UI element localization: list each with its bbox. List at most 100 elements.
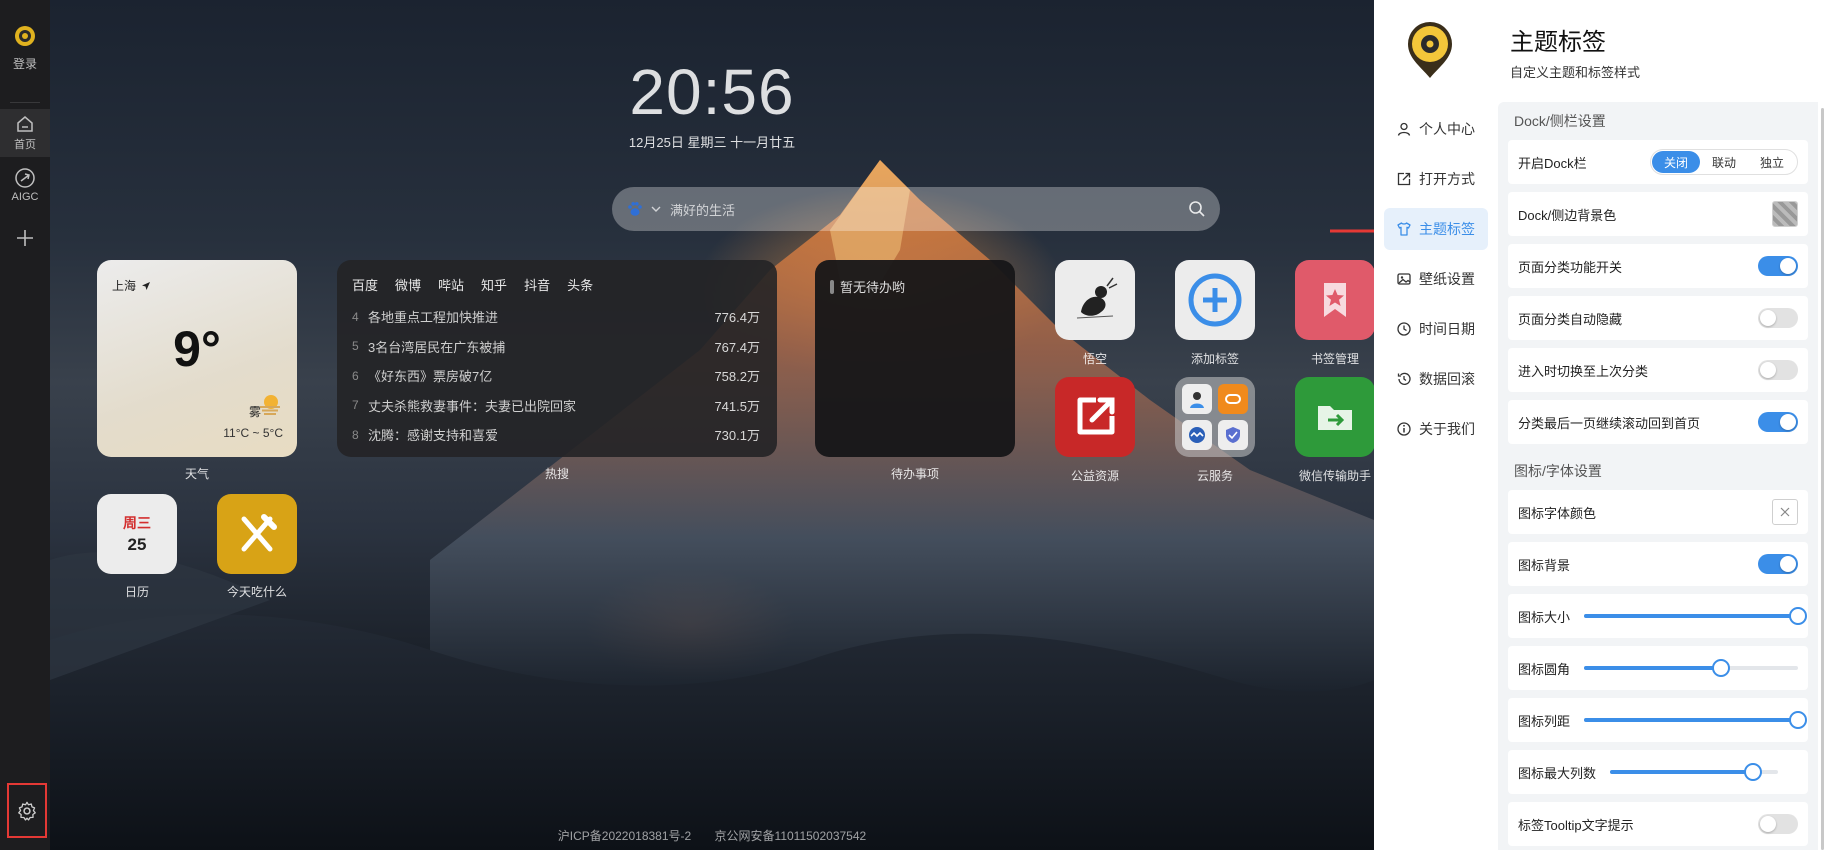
- app-public-resources[interactable]: [1055, 377, 1135, 457]
- app-add-bookmark[interactable]: [1175, 260, 1255, 340]
- row-label: 分类最后一页继续滚动回到首页: [1518, 415, 1701, 431]
- dock-mode-linked[interactable]: 联动: [1700, 151, 1748, 173]
- clock: 20:56: [629, 56, 795, 128]
- hot-search-row[interactable]: 4 各地重点工程加快推进 776.4万: [352, 302, 760, 332]
- tab-baidu[interactable]: 百度: [352, 275, 378, 294]
- icon-size-slider[interactable]: [1584, 606, 1807, 626]
- hot-search-row[interactable]: 6 《好东西》票房破7亿 758.2万: [352, 361, 760, 391]
- search-icon[interactable]: [1188, 200, 1206, 218]
- ink-monkey-icon: [1076, 277, 1118, 319]
- hot-search-widget[interactable]: 百度 微博 哔站 知乎 抖音 头条 4 各地重点工程加快推进 776.4万 5 …: [337, 260, 777, 457]
- row-label: 图标大小: [1518, 609, 1571, 625]
- icon-radius-slider[interactable]: [1584, 658, 1798, 678]
- home-icon: [17, 116, 33, 132]
- settings-button[interactable]: [7, 783, 47, 838]
- wave-icon: [1189, 427, 1205, 443]
- calendar-day: 25: [127, 535, 147, 554]
- icon-bg-toggle[interactable]: [1758, 554, 1798, 574]
- nav-profile-label: 个人中心: [1419, 121, 1475, 137]
- nav-wallpaper[interactable]: 壁纸设置: [1384, 258, 1488, 300]
- sidebar-item-aigc[interactable]: AIGC: [0, 157, 50, 213]
- category-switch-toggle[interactable]: [1758, 256, 1798, 276]
- police-link[interactable]: 京公网安备11011502037542: [715, 829, 867, 843]
- tab-zhihu[interactable]: 知乎: [481, 275, 507, 294]
- chevron-down-icon[interactable]: [650, 203, 662, 215]
- tooltip-toggle[interactable]: [1758, 814, 1798, 834]
- hot-search-row[interactable]: 8 沈腾：感谢支持和喜爱 730.1万: [352, 420, 760, 450]
- hot-search-row[interactable]: 7 丈夫杀熊救妻事件：夫妻已出院回家 741.5万: [352, 391, 760, 421]
- slider-fill: [1610, 770, 1753, 774]
- mini-app-icon: [1182, 420, 1212, 450]
- todo-empty-text: 暂无待办哟: [840, 280, 906, 295]
- tab-weibo[interactable]: 微博: [395, 275, 421, 294]
- row-dock-enable: 开启Dock栏 关闭 联动 独立: [1508, 140, 1808, 184]
- panel-title: 主题标签: [1510, 29, 1606, 56]
- info-icon: [1397, 422, 1411, 436]
- tab-douyin[interactable]: 抖音: [524, 275, 550, 294]
- hot-search-tabs: 百度 微博 哔站 知乎 抖音 头条: [352, 275, 593, 294]
- hot-title: 沈腾：感谢支持和喜爱: [368, 428, 499, 444]
- nav-about[interactable]: 关于我们: [1384, 408, 1488, 450]
- panel-subtitle: 自定义主题和标签样式: [1510, 65, 1641, 80]
- panel-scrollbar[interactable]: [1821, 108, 1824, 850]
- sidebar-item-home[interactable]: 首页: [0, 109, 50, 157]
- icon-font-color-picker[interactable]: [1772, 499, 1798, 525]
- nav-datetime-label: 时间日期: [1419, 321, 1475, 337]
- clock-icon: [1397, 322, 1411, 336]
- nav-open-mode[interactable]: 打开方式: [1384, 158, 1488, 200]
- nav-theme[interactable]: 主题标签: [1384, 208, 1488, 250]
- folder-arrow-icon: [1318, 406, 1352, 430]
- slider-thumb[interactable]: [1789, 607, 1807, 625]
- login-button[interactable]: 登录: [0, 0, 50, 96]
- baidu-paw-icon[interactable]: [626, 200, 644, 218]
- avatar-icon: [15, 25, 35, 46]
- red-arrow-annotation: [1330, 229, 1374, 233]
- dock-bg-color-picker[interactable]: [1772, 201, 1798, 227]
- tab-toutiao[interactable]: 头条: [567, 275, 593, 294]
- slider-thumb[interactable]: [1743, 763, 1762, 781]
- row-icon-font-color: 图标字体颜色: [1508, 490, 1808, 534]
- row-icon-bg: 图标背景: [1508, 542, 1808, 586]
- plus-circle-icon: [1188, 273, 1242, 327]
- slider-thumb[interactable]: [1789, 711, 1807, 729]
- nav-profile[interactable]: 个人中心: [1384, 108, 1488, 150]
- todo-empty: 暂无待办哟: [830, 277, 905, 296]
- hot-title: 丈夫杀熊救妻事件：夫妻已出院回家: [368, 398, 577, 414]
- row-switch-last: 进入时切换至上次分类: [1508, 348, 1808, 392]
- row-dock-bg: Dock/侧边背景色: [1508, 192, 1808, 236]
- category-autohide-toggle[interactable]: [1758, 308, 1798, 328]
- scroll-back-toggle[interactable]: [1758, 412, 1798, 432]
- app-what-to-eat[interactable]: [217, 494, 297, 574]
- slider-thumb[interactable]: [1711, 659, 1730, 677]
- dock-mode-independent[interactable]: 独立: [1748, 151, 1796, 173]
- dock-mode-off[interactable]: 关闭: [1651, 151, 1700, 173]
- app-bookmark-manager[interactable]: [1295, 260, 1374, 340]
- footer: 沪ICP备2022018381号-2 京公网安备11011502037542: [50, 827, 1374, 844]
- row-label: 图标背景: [1518, 557, 1571, 573]
- todo-widget[interactable]: 暂无待办哟: [815, 260, 1015, 457]
- icon-max-cols-slider[interactable]: [1610, 762, 1778, 782]
- calendar-widget[interactable]: 周三 25: [97, 494, 177, 574]
- fork-knife-icon: [241, 514, 277, 552]
- hot-search-row[interactable]: 5 3名台湾居民在广东被捕 767.4万: [352, 332, 760, 362]
- app-wukong[interactable]: [1055, 260, 1135, 340]
- weather-temp: 9°: [173, 321, 221, 377]
- app-wechat-transfer[interactable]: [1295, 377, 1374, 457]
- image-icon: [1397, 273, 1411, 285]
- search-input[interactable]: 满好的生活: [670, 200, 1188, 219]
- tab-bilibili[interactable]: 哔站: [438, 275, 464, 294]
- icp-link[interactable]: 沪ICP备2022018381号-2: [558, 829, 691, 843]
- switch-last-toggle[interactable]: [1758, 360, 1798, 380]
- nav-data-rollback[interactable]: 数据回滚: [1384, 358, 1488, 400]
- add-category-button[interactable]: [0, 213, 50, 263]
- shirt-icon: [1397, 222, 1411, 236]
- search-bar[interactable]: 满好的生活: [612, 187, 1220, 231]
- hot-rank: 7: [352, 398, 359, 413]
- row-label: 图标列距: [1518, 713, 1571, 729]
- nav-data-rollback-label: 数据回滚: [1419, 371, 1475, 387]
- app-cloud-service-folder[interactable]: [1175, 377, 1255, 457]
- icon-gap-slider[interactable]: [1584, 710, 1807, 730]
- hot-title: 各地重点工程加快推进: [368, 310, 499, 326]
- nav-datetime[interactable]: 时间日期: [1384, 308, 1488, 350]
- weather-widget[interactable]: 上海 9° 雾 11°C ~ 5°C: [97, 260, 297, 457]
